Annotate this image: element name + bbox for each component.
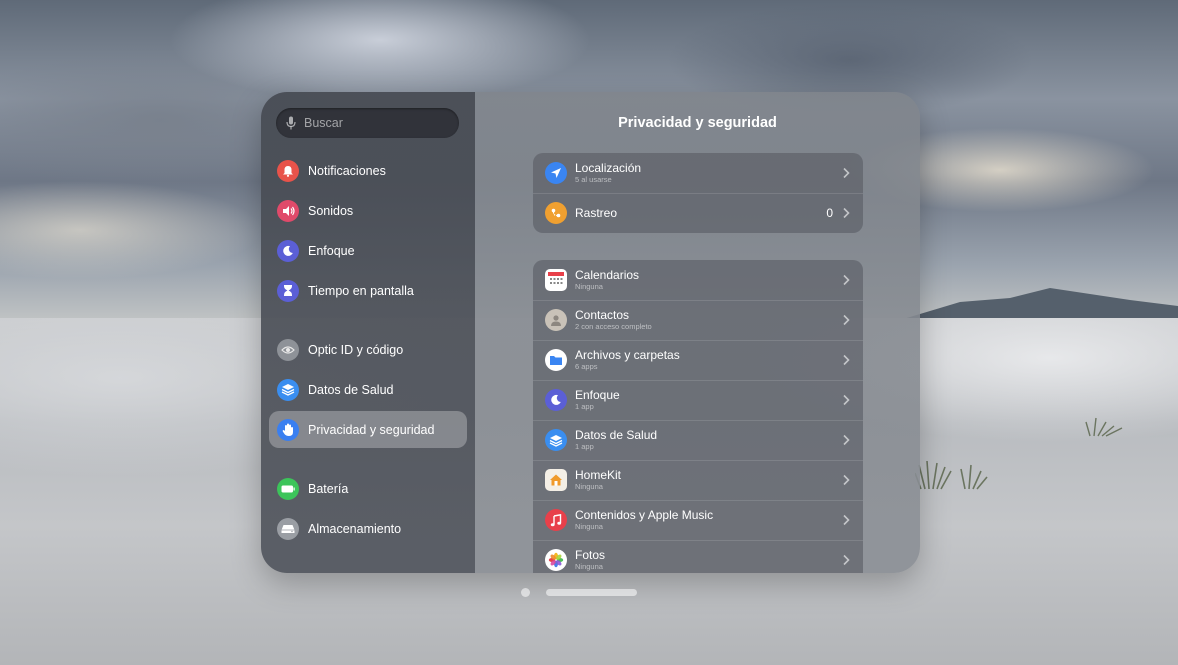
calendar-icon (545, 269, 567, 291)
row-sublabel: Ninguna (575, 282, 603, 291)
chevron-right-icon (843, 474, 850, 486)
row-sublabel: Ninguna (575, 562, 603, 571)
sidebar-item-optic-id[interactable]: Optic ID y código (269, 331, 467, 368)
search-field[interactable] (276, 108, 459, 138)
row-label: Contactos (575, 308, 630, 322)
list-item-datos-de-salud[interactable]: Datos de Salud 1 app (533, 420, 863, 460)
settings-window: Notificaciones Sonidos Enfoque Tiempo en… (261, 92, 920, 573)
bell-icon (277, 159, 299, 182)
sidebar-item-label: Tiempo en pantalla (308, 283, 414, 298)
row-sublabel: 1 app (575, 442, 594, 451)
tracking-count: 0 (826, 206, 833, 220)
eye-icon (277, 338, 299, 361)
contacts-icon (545, 309, 567, 331)
sidebar-item-notificaciones[interactable]: Notificaciones (269, 152, 467, 189)
list-item-contactos[interactable]: Contactos 2 con acceso completo (533, 300, 863, 340)
battery-icon (277, 477, 299, 500)
home-icon (545, 469, 567, 491)
microphone-icon[interactable] (286, 116, 296, 130)
row-label: Fotos (575, 548, 606, 562)
row-sublabel: Ninguna (575, 522, 603, 531)
row-sublabel: Ninguna (575, 482, 603, 491)
moon-icon (277, 239, 299, 262)
sidebar-item-label: Sonidos (308, 203, 354, 218)
row-label: Datos de Salud (575, 428, 658, 442)
list-item-enfoque[interactable]: Enfoque 1 app (533, 380, 863, 420)
drive-icon (277, 517, 299, 540)
row-sublabel: 5 al usarse (575, 175, 612, 184)
hourglass-icon (277, 279, 299, 302)
folder-icon (545, 349, 567, 371)
sidebar: Notificaciones Sonidos Enfoque Tiempo en… (261, 92, 475, 573)
chevron-right-icon (843, 434, 850, 446)
row-sublabel: 6 apps (575, 362, 598, 371)
sidebar-item-label: Datos de Salud (308, 382, 394, 397)
row-label: Enfoque (575, 388, 620, 402)
sidebar-item-label: Notificaciones (308, 163, 386, 178)
sidebar-item-label: Enfoque (308, 243, 355, 258)
sidebar-item-bateria[interactable]: Batería (269, 470, 467, 507)
sidebar-item-label: Batería (308, 481, 349, 496)
list-item-contenidos-y-apple-music[interactable]: Contenidos y Apple Music Ninguna (533, 500, 863, 540)
page-title: Privacidad y seguridad (618, 115, 777, 131)
hand-icon (277, 418, 299, 441)
list-item-archivos-y-carpetas[interactable]: Archivos y carpetas 6 apps (533, 340, 863, 380)
desert-grass-small (1085, 417, 1123, 437)
sidebar-item-sonidos[interactable]: Sonidos (269, 192, 467, 229)
search-input[interactable] (304, 116, 454, 130)
sidebar-item-datos-de-salud[interactable]: Datos de Salud (269, 371, 467, 408)
health-stack-icon (277, 378, 299, 401)
chevron-right-icon (843, 274, 850, 286)
window-close-dot[interactable] (521, 588, 530, 597)
row-sublabel: 2 con acceso completo (575, 322, 652, 331)
chevron-right-icon (843, 314, 850, 326)
desert-grass (915, 460, 988, 490)
chevron-right-icon (843, 354, 850, 366)
row-label: HomeKit (575, 468, 622, 482)
sidebar-item-enfoque[interactable]: Enfoque (269, 232, 467, 269)
chevron-right-icon (843, 514, 850, 526)
content-pane: Privacidad y seguridad Localización 5 al… (475, 92, 920, 573)
location-tracking-group: Localización 5 al usarse Rastreo 0 (533, 153, 863, 233)
sidebar-item-tiempo-en-pantalla[interactable]: Tiempo en pantalla (269, 272, 467, 309)
sidebar-item-privacidad-y-seguridad[interactable]: Privacidad y seguridad (269, 411, 467, 448)
row-sublabel: 1 app (575, 402, 594, 411)
sidebar-item-label: Optic ID y código (308, 342, 404, 357)
app-permissions-group: Calendarios Ninguna Contactos 2 con acce… (533, 260, 863, 573)
music-note-icon (545, 509, 567, 531)
row-label: Rastreo (575, 206, 618, 220)
row-label: Localización (575, 161, 642, 175)
moon-icon (545, 389, 567, 411)
list-item-fotos[interactable]: Fotos Ninguna (533, 540, 863, 573)
chevron-right-icon (843, 394, 850, 406)
photos-icon (545, 549, 567, 571)
speaker-icon (277, 199, 299, 222)
list-item-homekit[interactable]: HomeKit Ninguna (533, 460, 863, 500)
sidebar-item-almacenamiento[interactable]: Almacenamiento (269, 510, 467, 547)
chevron-right-icon (843, 554, 850, 566)
chevron-right-icon (843, 207, 850, 219)
tracking-icon (545, 202, 567, 224)
sidebar-item-label: Privacidad y seguridad (308, 422, 435, 437)
list-item-localizacion[interactable]: Localización 5 al usarse (533, 153, 863, 193)
health-stack-icon (545, 429, 567, 451)
sidebar-item-label: Almacenamiento (308, 521, 402, 536)
chevron-right-icon (843, 167, 850, 179)
window-move-bar[interactable] (546, 589, 637, 596)
list-item-calendarios[interactable]: Calendarios Ninguna (533, 260, 863, 300)
list-item-rastreo[interactable]: Rastreo 0 (533, 193, 863, 233)
row-label: Calendarios (575, 268, 640, 282)
row-label: Contenidos y Apple Music (575, 508, 714, 522)
location-arrow-icon (545, 162, 567, 184)
row-label: Archivos y carpetas (575, 348, 680, 362)
